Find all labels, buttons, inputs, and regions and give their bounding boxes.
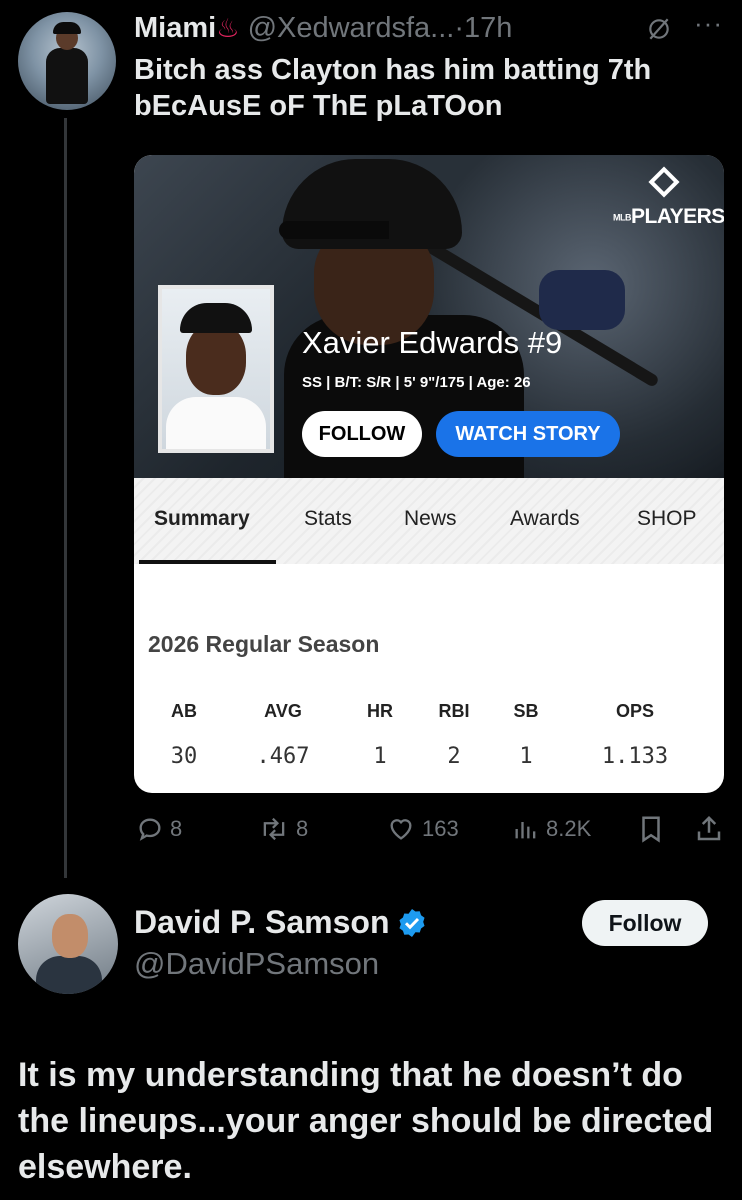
stat-header: SB (513, 701, 539, 721)
stat-header: AB (171, 701, 197, 721)
stat-header: HR (367, 701, 393, 721)
reply-author-name-row[interactable]: David P. Samson (134, 904, 428, 941)
author-handle[interactable]: @Xedwardsfa... (248, 12, 455, 44)
author-name[interactable]: Miami (134, 12, 216, 44)
tab-stats[interactable]: Stats (304, 507, 352, 531)
stat-header: RBI (438, 701, 470, 721)
reply-author-handle[interactable]: @DavidPSamson (134, 946, 379, 982)
stat-header: OPS (615, 701, 655, 721)
stat-header: AVG (264, 701, 302, 721)
reply-count: 8 (170, 816, 183, 841)
reply-text: It is my understanding that he doesn’t d… (18, 1056, 714, 1186)
views-button[interactable]: 8.2K (512, 814, 591, 844)
reply-author-avatar[interactable] (18, 894, 118, 994)
more-icon[interactable]: ··· (694, 8, 723, 39)
like-count: 163 (422, 816, 459, 841)
grok-icon[interactable] (646, 16, 672, 42)
share-icon (697, 815, 721, 841)
repost-count: 8 (296, 816, 309, 841)
card-follow-button[interactable]: FOLLOW (302, 411, 422, 457)
player-name: Xavier Edwards #9 (302, 325, 563, 360)
stat-value: 1 (373, 744, 387, 769)
like-button[interactable]: 163 (386, 814, 459, 844)
verified-badge-icon (398, 908, 425, 937)
stat-value: 30 (170, 744, 198, 769)
active-tab-indicator (139, 560, 276, 564)
player-card-image[interactable]: MLBPLAYERS Xavier Edwards #9 SS | B/T: S… (134, 155, 724, 793)
thread-connector-line (64, 118, 67, 878)
stat-value: .467 (256, 744, 310, 769)
tweet-header: Miami♨ @Xedwardsfa...·17h (134, 10, 512, 46)
repost-button[interactable]: 8 (258, 814, 308, 844)
reply-button[interactable]: 8 (136, 814, 182, 844)
bookmark-icon (642, 816, 660, 843)
views-count: 8.2K (546, 816, 592, 841)
separator-dot: · (454, 12, 464, 44)
tab-summary[interactable]: Summary (154, 507, 250, 531)
mlb-players-logo: MLBPLAYERS (613, 166, 724, 229)
repost-icon (263, 817, 285, 841)
stat-value: 1.133 (601, 744, 669, 769)
logo-text: PLAYERS (631, 205, 724, 228)
views-icon (515, 822, 536, 839)
tab-news[interactable]: News (404, 507, 457, 531)
reply-icon (139, 818, 161, 841)
reply-author-name[interactable]: David P. Samson (134, 904, 390, 941)
bookmark-button[interactable] (636, 814, 672, 844)
season-title: 2026 Regular Season (148, 631, 380, 657)
player-info: SS | B/T: S/R | 5' 9"/175 | Age: 26 (302, 374, 531, 391)
tweet-text: Bitch ass Clayton has him batting 7th bE… (134, 54, 652, 122)
card-hero: MLBPLAYERS Xavier Edwards #9 SS | B/T: S… (134, 155, 724, 485)
follow-button[interactable]: Follow (582, 900, 708, 946)
tweet-time[interactable]: 17h (464, 12, 512, 44)
share-button[interactable] (694, 814, 730, 844)
stat-value: 2 (447, 744, 461, 769)
card-tabs: Summary Stats News Awards SHOP (134, 478, 724, 564)
hot-springs-emoji: ♨ (216, 13, 240, 43)
tab-shop[interactable]: SHOP (637, 507, 697, 531)
stat-value: 1 (519, 744, 533, 769)
logo-small-text: MLB (613, 212, 632, 223)
heart-icon (390, 819, 412, 840)
author-avatar[interactable] (18, 12, 116, 110)
player-headshot (158, 285, 274, 453)
tab-awards[interactable]: Awards (510, 507, 580, 531)
watch-story-button[interactable]: WATCH STORY (436, 411, 620, 457)
